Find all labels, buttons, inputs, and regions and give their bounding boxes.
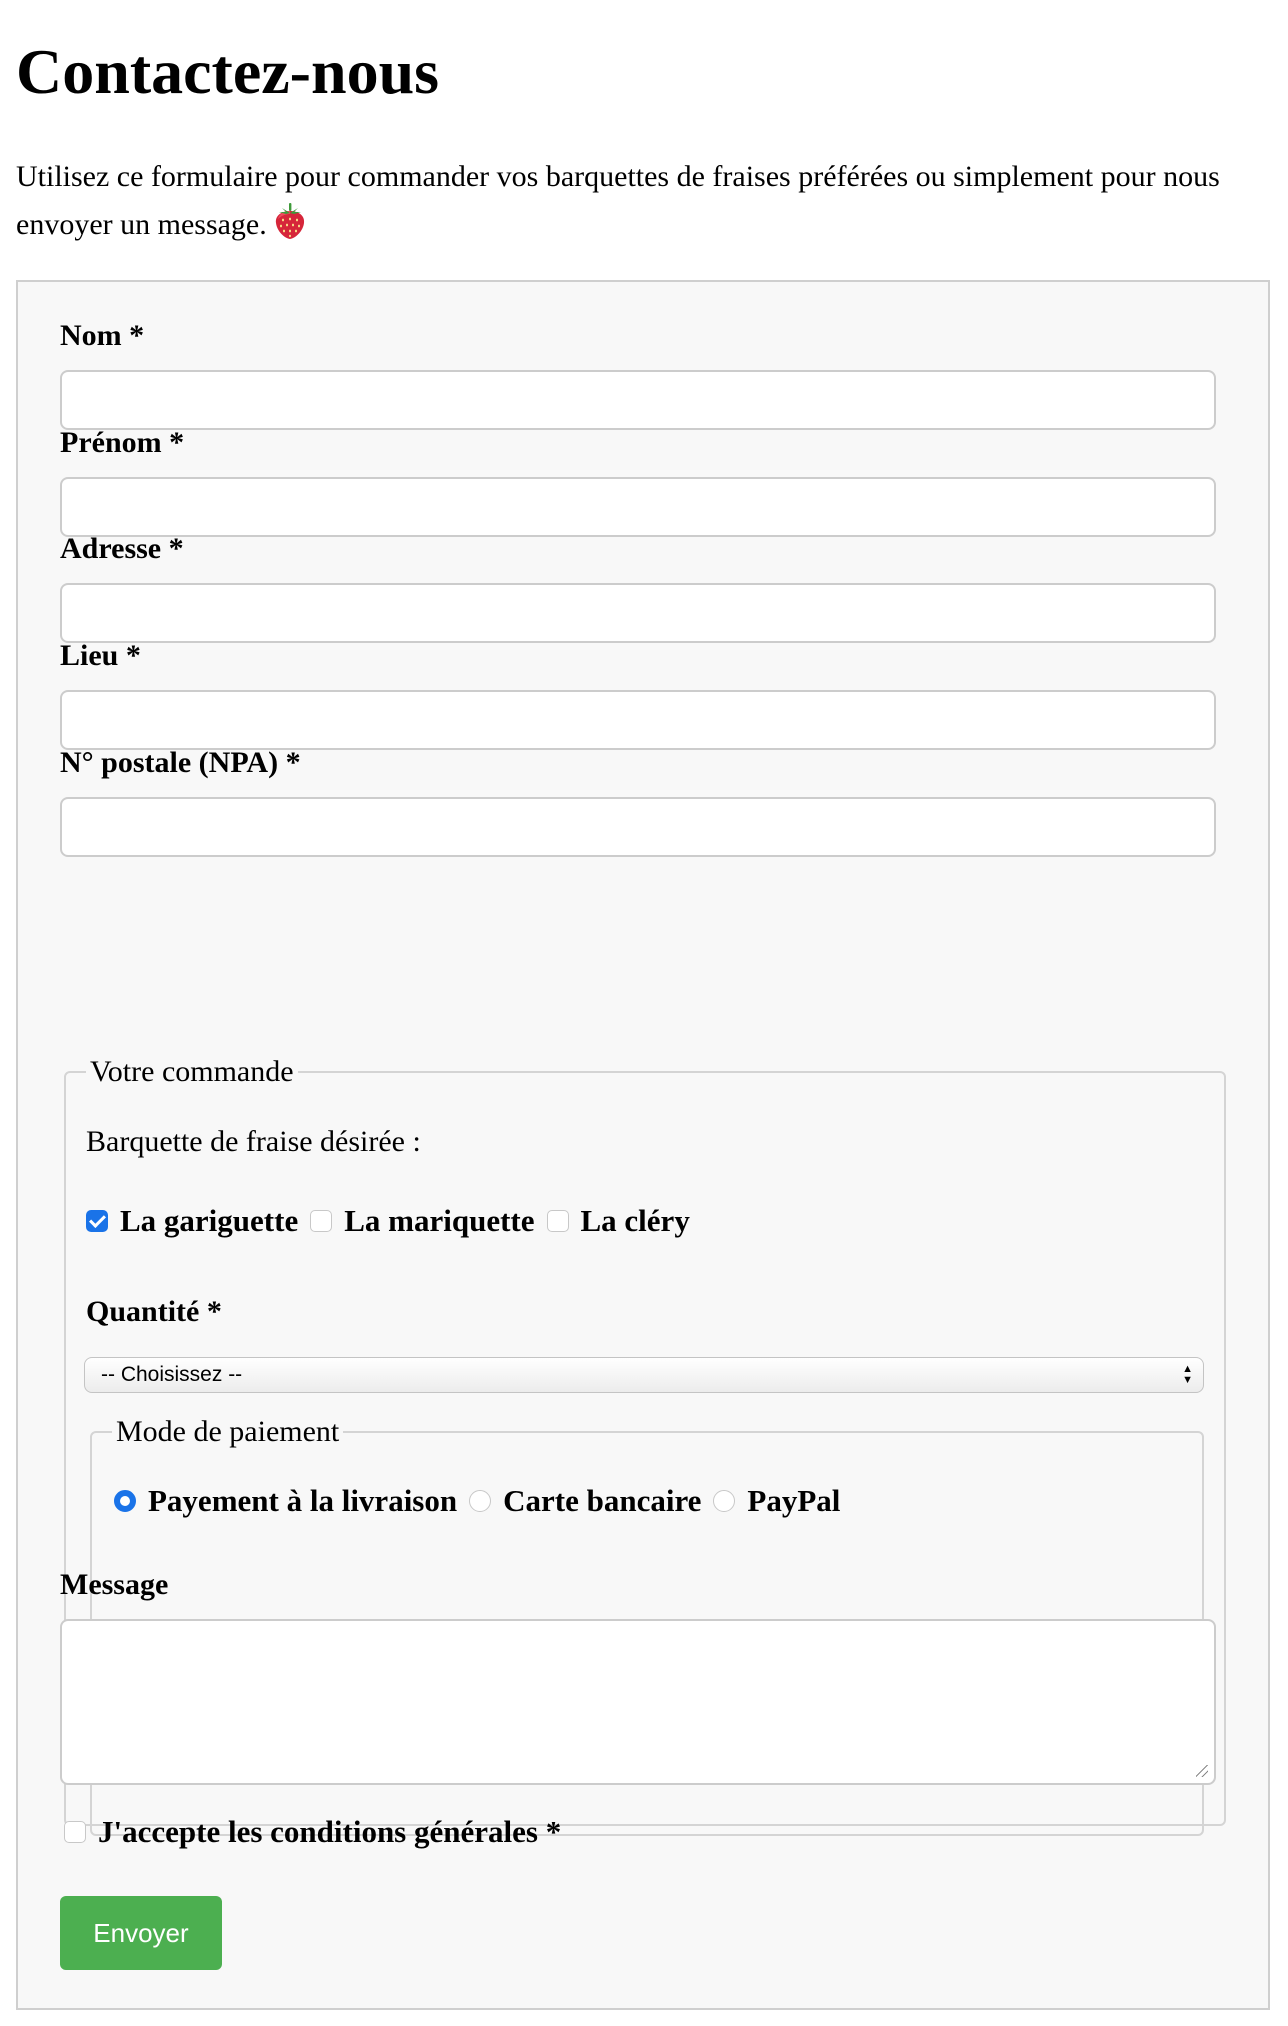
message-label: Message — [60, 1568, 169, 1601]
accept-terms-label[interactable]: J'accepte les conditions générales * — [98, 1814, 561, 1850]
submit-button[interactable]: Envoyer — [60, 1896, 222, 1970]
tray-label: Barquette de fraise désirée : — [86, 1125, 421, 1158]
tray-options: La gariguette La mariquette La cléry — [86, 1203, 702, 1239]
payment-option-label[interactable]: PayPal — [747, 1483, 840, 1519]
lieu-label: Lieu * — [60, 639, 141, 672]
npa-input[interactable] — [60, 797, 1216, 857]
tray-checkbox-mariquette[interactable] — [310, 1210, 333, 1232]
payment-radio-paypal[interactable] — [713, 1490, 736, 1512]
payment-option-label[interactable]: Carte bancaire — [503, 1483, 701, 1519]
adresse-label: Adresse * — [60, 532, 184, 565]
message-textarea[interactable] — [60, 1619, 1216, 1785]
payment-legend: Mode de paiement — [116, 1415, 340, 1448]
intro-text-content: Utilisez ce formulaire pour commander vo… — [16, 160, 1220, 241]
select-arrows-icon: ▲ ▼ — [1182, 1363, 1193, 1386]
prenom-label: Prénom * — [60, 426, 185, 459]
payment-option-label[interactable]: Payement à la livraison — [148, 1483, 457, 1519]
prenom-input[interactable] — [60, 477, 1216, 537]
payment-radio-livraison[interactable] — [114, 1490, 136, 1512]
npa-label: N° postale (NPA) * — [60, 746, 301, 779]
payment-options: Payement à la livraison Carte bancaire P… — [114, 1483, 852, 1519]
resize-grip-icon[interactable] — [1196, 1765, 1208, 1777]
tray-option-label[interactable]: La mariquette — [344, 1203, 534, 1239]
tray-checkbox-clery[interactable] — [546, 1210, 569, 1232]
tray-checkbox-gariguette[interactable] — [86, 1210, 108, 1232]
lieu-input[interactable] — [60, 690, 1216, 750]
payment-radio-carte[interactable] — [469, 1490, 492, 1512]
nom-label: Nom * — [60, 319, 145, 352]
quantity-select[interactable]: -- Choisissez -- ▲ ▼ — [84, 1357, 1204, 1393]
adresse-input[interactable] — [60, 583, 1216, 643]
page-title: Contactez-nous — [16, 36, 440, 107]
accept-terms-checkbox[interactable] — [64, 1821, 86, 1843]
nom-input[interactable] — [60, 370, 1216, 430]
quantity-label: Quantité * — [86, 1295, 222, 1328]
tray-option-label[interactable]: La gariguette — [120, 1203, 298, 1239]
tray-option-label[interactable]: La cléry — [581, 1203, 690, 1239]
quantity-selected-value: -- Choisissez -- — [101, 1363, 243, 1386]
contact-form: Nom * Prénom * Adresse * Lieu * N° posta… — [16, 280, 1270, 2010]
strawberry-icon — [273, 202, 307, 240]
accept-terms-row: J'accepte les conditions générales * — [64, 1814, 561, 1850]
order-legend: Votre commande — [90, 1055, 294, 1088]
intro-text: Utilisez ce formulaire pour commander vo… — [16, 153, 1266, 249]
